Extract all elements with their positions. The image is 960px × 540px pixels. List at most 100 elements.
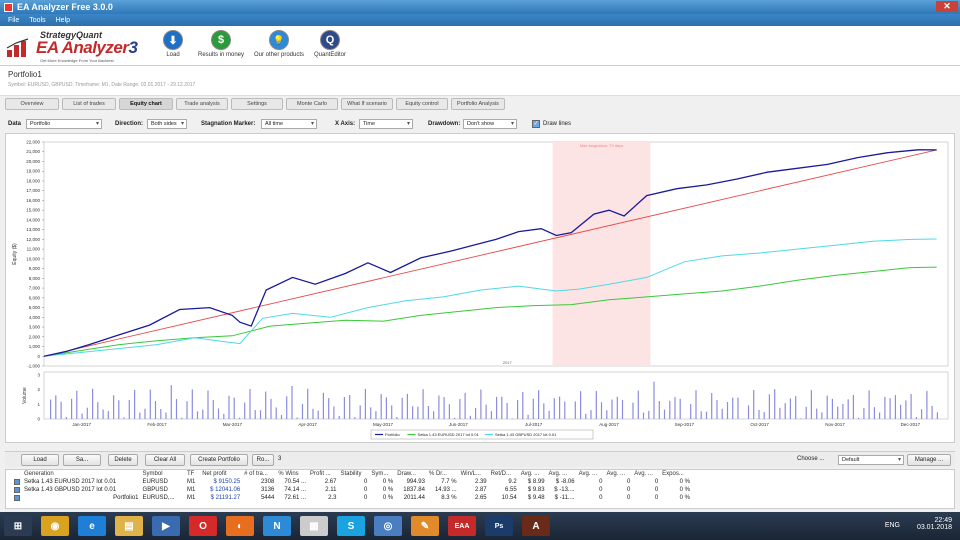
tab-monte-carlo[interactable]: Monte Carlo	[286, 98, 338, 110]
y-tick-label: 6,000	[29, 295, 41, 300]
media-icon[interactable]: ▶	[152, 516, 180, 536]
volume-bar	[810, 390, 812, 419]
table-row[interactable]: Setka 1.43 GBPUSD 2017 lot 0.01 GBPUSD M1 $…	[12, 486, 692, 494]
ai-icon[interactable]: A	[522, 516, 550, 536]
tab-trade-analysis[interactable]: Trade analysis	[176, 98, 228, 110]
globe-icon[interactable]: ◎	[374, 516, 402, 536]
other-products-label: Our other products	[253, 52, 305, 58]
row-checkbox[interactable]	[14, 478, 20, 485]
tab-portfolio-analysis[interactable]: Portfolio Analysis	[451, 98, 505, 110]
close-icon[interactable]: ✕	[936, 1, 958, 12]
language-indicator[interactable]: ENG	[885, 522, 900, 529]
save-button[interactable]: Sa...	[63, 454, 101, 466]
menu-file[interactable]: File	[8, 17, 19, 24]
direction-label: Direction:	[115, 121, 144, 127]
volume-bar	[574, 401, 576, 419]
clock-date[interactable]: 03.01.2018	[917, 524, 952, 531]
skype-icon[interactable]: S	[337, 516, 365, 536]
create-portfolio-button[interactable]: Create Portfolio	[190, 454, 248, 466]
windows-taskbar: ⊞ ◉ e ▤ ▶ O ◐ N ▦ S ◎ ✎ EAA Ps A ENG 22:49 03.01.2018	[0, 512, 960, 540]
volume-bar	[170, 385, 172, 419]
explorer-icon[interactable]: ▤	[115, 516, 143, 536]
table-cell: $ 9.83	[527, 487, 545, 493]
menu-help[interactable]: Help	[56, 17, 70, 24]
col-win-loss[interactable]: Win/L...	[459, 470, 489, 478]
col-avg-2[interactable]: Avg. ...	[547, 470, 577, 478]
col-exposure[interactable]: Expos...	[660, 470, 692, 478]
table-row[interactable]: Portfolio1 EURUSD,... M1 $ 21191.27 5444 72.6…	[12, 494, 692, 502]
results-in-money-button[interactable]: $ Results in money	[196, 30, 246, 58]
col-tf[interactable]: TF	[185, 470, 200, 478]
col-generation[interactable]: Generation	[22, 470, 141, 478]
col-wins[interactable]: % Wins	[276, 470, 308, 478]
quanteditor-button[interactable]: Q QuantEditor	[312, 30, 348, 58]
col-avg-3[interactable]: Avg. ...	[577, 470, 605, 478]
direction-select[interactable]: Both sides	[147, 119, 187, 129]
col-sym[interactable]: Sym...	[369, 470, 395, 478]
volume-bar	[795, 396, 797, 419]
volume-bar	[669, 400, 671, 419]
col-net-profit[interactable]: Net profit	[200, 470, 242, 478]
logo-product: EA Analyzer3	[36, 38, 138, 57]
volume-bar	[469, 415, 471, 419]
tab-equity-chart[interactable]: Equity chart	[119, 98, 173, 110]
opera-icon[interactable]: O	[189, 516, 217, 536]
table-cell: 7.7 %	[441, 479, 457, 485]
other-products-button[interactable]: 💡 Our other products	[252, 30, 306, 58]
draw-lines-checkbox[interactable]: ✓	[532, 120, 540, 128]
table-cell: EURUSD,...	[142, 495, 175, 501]
table-cell: 74.14 ...	[284, 487, 307, 493]
clear-all-button[interactable]: Clear All	[145, 454, 185, 466]
col-avg-4[interactable]: Avg. ...	[604, 470, 632, 478]
chrome-icon[interactable]: ◉	[41, 516, 69, 536]
volume-bar	[522, 391, 524, 419]
stagnation-select[interactable]: All time	[261, 119, 317, 129]
col-symbol[interactable]: Symbol	[141, 470, 185, 478]
drawdown-select[interactable]: Don't show	[463, 119, 517, 129]
rows-button[interactable]: Ro...	[252, 454, 274, 466]
col-avg-5[interactable]: Avg. ...	[632, 470, 660, 478]
xaxis-select[interactable]: Time	[359, 119, 413, 129]
choose-select[interactable]: Default	[838, 455, 904, 465]
col-ret-dd[interactable]: Ret/D...	[489, 470, 519, 478]
tab-overview[interactable]: Overview	[5, 98, 59, 110]
tab-equity-control[interactable]: Equity control	[396, 98, 448, 110]
pdf-icon[interactable]: ▦	[300, 516, 328, 536]
legend-item: Setka 1.43 GBPUSD 2017 lot 0.01	[495, 432, 557, 437]
col-avg-1[interactable]: Avg. ...	[519, 470, 547, 478]
volume-bar	[401, 397, 403, 419]
load-toolbar-button[interactable]: ⬇ Load	[160, 30, 186, 58]
tab-list-of-trades[interactable]: List of trades	[62, 98, 116, 110]
table-cell: Setka 1.43 EURUSD 2017 lot 0.01	[24, 479, 117, 485]
paint-icon[interactable]: ✎	[411, 516, 439, 536]
col-stability[interactable]: Stability	[338, 470, 369, 478]
table-row[interactable]: Setka 1.43 EURUSD 2017 lot 0.01 EURUSD M1 $…	[12, 478, 692, 486]
ps-icon[interactable]: Ps	[485, 516, 513, 536]
col-trades[interactable]: # of tra...	[242, 470, 276, 478]
chart-controls: Data Portfolio Direction: Both sides Sta…	[0, 117, 960, 131]
menu-tools[interactable]: Tools	[29, 17, 45, 24]
eaa-icon[interactable]: EAA	[448, 516, 476, 536]
table-cell: 0 %	[382, 487, 394, 493]
row-checkbox[interactable]	[14, 494, 20, 501]
table-cell: 0	[363, 495, 368, 501]
y-tick-label: 10,000	[26, 256, 40, 261]
col-drawdown[interactable]: Draw...	[395, 470, 427, 478]
manage-button[interactable]: Manage ...	[907, 454, 951, 466]
volume-bar	[202, 409, 204, 419]
volume-bar	[553, 398, 555, 419]
n-app-icon[interactable]: N	[263, 516, 291, 536]
col-profit-factor[interactable]: Profit ...	[308, 470, 338, 478]
tab-what-if[interactable]: What If scenario	[341, 98, 393, 110]
col-drawdown-pct[interactable]: % Dr...	[427, 470, 459, 478]
delete-button[interactable]: Delete	[108, 454, 138, 466]
start-icon[interactable]: ⊞	[4, 516, 32, 536]
firefox-icon[interactable]: ◐	[226, 516, 254, 536]
tab-settings[interactable]: Settings	[231, 98, 283, 110]
load-button[interactable]: Load	[21, 454, 59, 466]
volume-bar	[737, 397, 739, 419]
data-select[interactable]: Portfolio	[26, 119, 102, 129]
clock-time[interactable]: 22:49	[917, 517, 952, 524]
ie-icon[interactable]: e	[78, 516, 106, 536]
row-checkbox[interactable]	[14, 486, 20, 493]
